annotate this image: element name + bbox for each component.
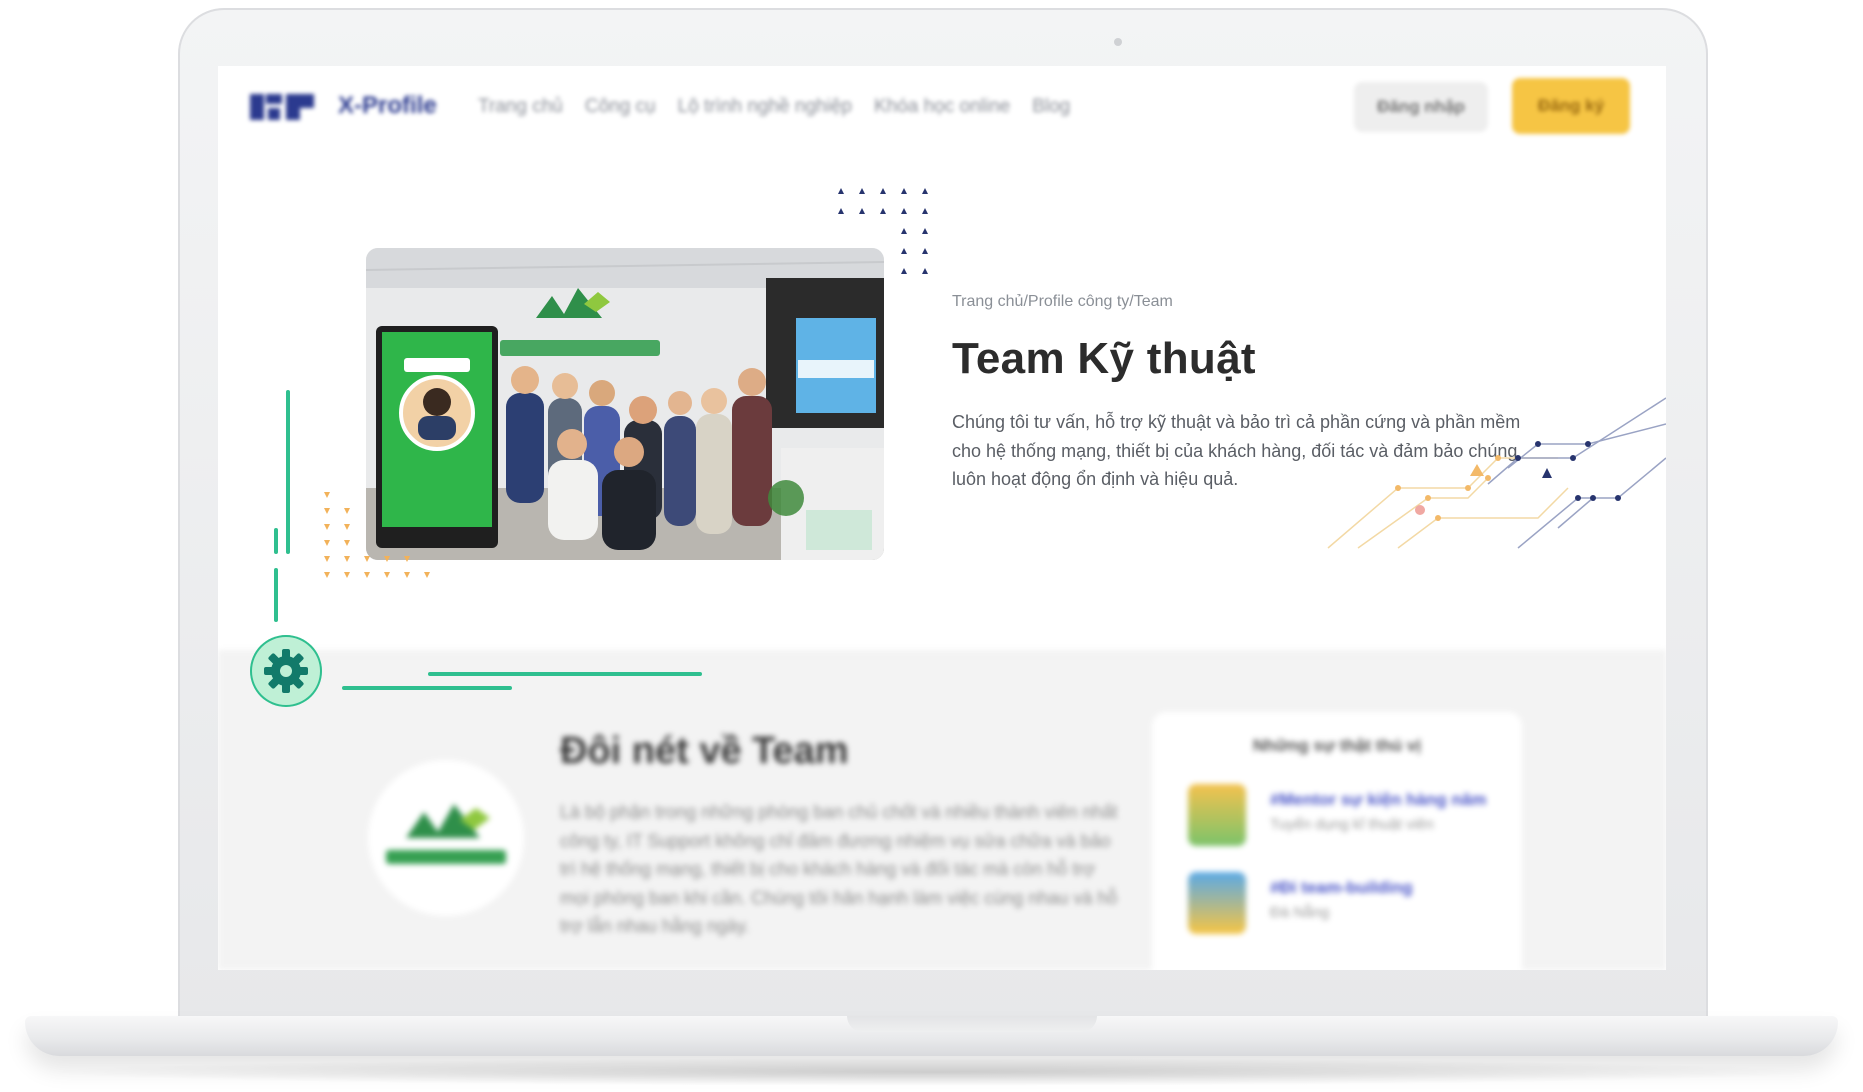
nav-link-blog[interactable]: Blog bbox=[1032, 96, 1070, 118]
nav-link-tools[interactable]: Công cụ bbox=[585, 96, 656, 118]
about-title: Đôi nét về Team bbox=[560, 730, 849, 772]
breadcrumb[interactable]: Trang chủ/Profile công ty/Team bbox=[952, 293, 1173, 311]
fun-fact-item[interactable]: #Đi team-building Đà Nẵng bbox=[1188, 872, 1508, 938]
laptop-shadow bbox=[40, 1058, 1823, 1086]
dot-pattern-orange bbox=[324, 492, 430, 578]
register-button[interactable]: Đăng ký bbox=[1512, 78, 1630, 134]
gear-icon bbox=[264, 649, 308, 693]
circuit-decoration bbox=[1327, 397, 1666, 549]
fun-fact-subtitle: Tuyển dụng kĩ thuật viên bbox=[1270, 816, 1434, 833]
camera-icon bbox=[1114, 38, 1122, 46]
fun-fact-thumbnail bbox=[1188, 784, 1246, 846]
nav-link-online-courses[interactable]: Khóa học online bbox=[874, 96, 1010, 118]
page-title: Team Kỹ thuật bbox=[952, 334, 1256, 383]
nav-link-home[interactable]: Trang chủ bbox=[478, 96, 563, 118]
fun-fact-title[interactable]: #Mentor sự kiện hàng năm bbox=[1270, 790, 1486, 810]
gear-badge bbox=[250, 635, 322, 707]
about-paragraph: Là bộ phận trong những phòng ban chủ chố… bbox=[560, 802, 1118, 936]
fun-facts-title: Những sự thật thú vị bbox=[1252, 736, 1422, 755]
logo-text[interactable]: X-Profile bbox=[338, 92, 437, 120]
navbar: X-Profile Trang chủ Công cụ Lộ trình ngh… bbox=[218, 66, 1666, 148]
company-logo: mstarcorp bbox=[368, 760, 524, 916]
xp-logo-icon[interactable] bbox=[250, 90, 320, 124]
nav-link-career-path[interactable]: Lộ trình nghề nghiệp bbox=[678, 96, 852, 118]
login-button[interactable]: Đăng nhập bbox=[1354, 82, 1488, 132]
nav-links: Trang chủ Công cụ Lộ trình nghề nghiệp K… bbox=[478, 96, 1070, 118]
laptop-base bbox=[25, 1016, 1838, 1056]
fun-fact-title[interactable]: #Đi team-building bbox=[1270, 878, 1413, 898]
fun-fact-subtitle: Đà Nẵng bbox=[1270, 904, 1330, 921]
fun-facts-card: Những sự thật thú vị #Mentor sự kiện hàn… bbox=[1152, 712, 1522, 970]
laptop-notch bbox=[847, 1016, 1097, 1032]
mstarcorp-logo-icon bbox=[386, 804, 506, 864]
fun-fact-item[interactable]: #Mentor sự kiện hàng năm Tuyển dụng kĩ t… bbox=[1188, 784, 1508, 850]
fun-fact-thumbnail bbox=[1188, 872, 1246, 934]
